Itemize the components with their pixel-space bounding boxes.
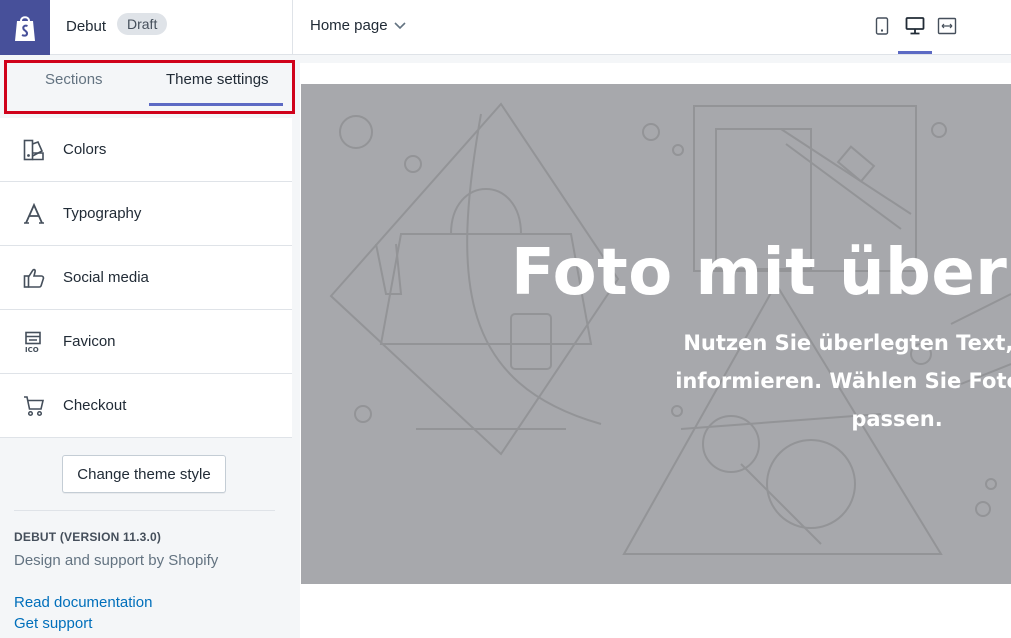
- footer-divider: [14, 510, 275, 511]
- favicon-icon: ICO: [22, 330, 46, 354]
- design-credit: Design and support by Shopify: [14, 552, 219, 569]
- theme-preview: Foto mit überle Nutzen Sie überlegten Te…: [300, 63, 1011, 638]
- desktop-icon: [905, 17, 925, 35]
- chevron-down-icon: [393, 21, 406, 29]
- topbar-divider: [292, 0, 293, 55]
- sidebar-item-colors[interactable]: Colors: [0, 118, 292, 182]
- change-theme-style-button[interactable]: Change theme style: [62, 455, 226, 493]
- typography-icon: [22, 202, 46, 226]
- colors-icon: [22, 138, 46, 162]
- get-support-link[interactable]: Get support: [14, 615, 92, 632]
- active-view-indicator: [898, 51, 932, 54]
- sidebar-item-label: Social media: [63, 269, 149, 286]
- shopify-bag-icon: [15, 15, 35, 41]
- sidebar-item-label: Colors: [63, 141, 107, 158]
- svg-text:ICO: ICO: [25, 346, 39, 353]
- mobile-view-button[interactable]: [869, 13, 895, 39]
- sidebar-tabs: Sections Theme settings: [0, 55, 295, 121]
- fullscreen-view-button[interactable]: [934, 13, 960, 39]
- page-selector-label: Home page: [310, 17, 388, 34]
- sidebar-item-social-media[interactable]: Social media: [0, 246, 292, 310]
- mobile-icon: [875, 17, 889, 35]
- hero-text-line: passen.: [851, 407, 943, 431]
- tab-theme-settings[interactable]: Theme settings: [166, 71, 269, 88]
- sidebar-item-checkout[interactable]: Checkout: [0, 374, 292, 438]
- sidebar-item-favicon[interactable]: ICO Favicon: [0, 310, 292, 374]
- hero-text-line: informieren. Wählen Sie Fotos und Te: [675, 369, 1011, 393]
- thumbs-up-icon: [22, 266, 46, 290]
- hero-image-with-text-overlay[interactable]: Foto mit überle Nutzen Sie überlegten Te…: [301, 84, 1011, 584]
- read-documentation-link[interactable]: Read documentation: [14, 594, 152, 611]
- theme-version: DEBUT (VERSION 11.3.0): [14, 530, 162, 544]
- page-selector[interactable]: Home page: [310, 17, 406, 34]
- theme-name: Debut: [66, 18, 107, 35]
- desktop-view-button[interactable]: [902, 13, 928, 39]
- cart-icon: [22, 394, 46, 418]
- hero-text: Nutzen Sie überlegten Text, um Kun infor…: [547, 324, 1011, 438]
- top-bar: Debut Draft Home page: [0, 0, 1011, 55]
- active-tab-underline: [149, 103, 283, 106]
- shopify-logo[interactable]: [0, 0, 50, 55]
- status-badge: Draft: [117, 13, 168, 35]
- hero-text-line: Nutzen Sie überlegten Text, um Kun: [683, 331, 1011, 355]
- sidebar-item-label: Typography: [63, 205, 142, 222]
- theme-settings-menu: Colors Typography Social media ICO Favic…: [0, 118, 292, 438]
- sidebar-item-label: Favicon: [63, 333, 116, 350]
- sidebar-item-label: Checkout: [63, 397, 127, 414]
- sidebar-item-typography[interactable]: Typography: [0, 182, 292, 246]
- sidebar-footer: Change theme style DEBUT (VERSION 11.3.0…: [0, 438, 292, 638]
- hero-title: Foto mit überle: [511, 236, 1011, 310]
- tab-sections[interactable]: Sections: [45, 71, 103, 88]
- sidebar: Sections Theme settings Colors Typograph…: [0, 55, 295, 638]
- expand-horizontal-icon: [937, 17, 957, 35]
